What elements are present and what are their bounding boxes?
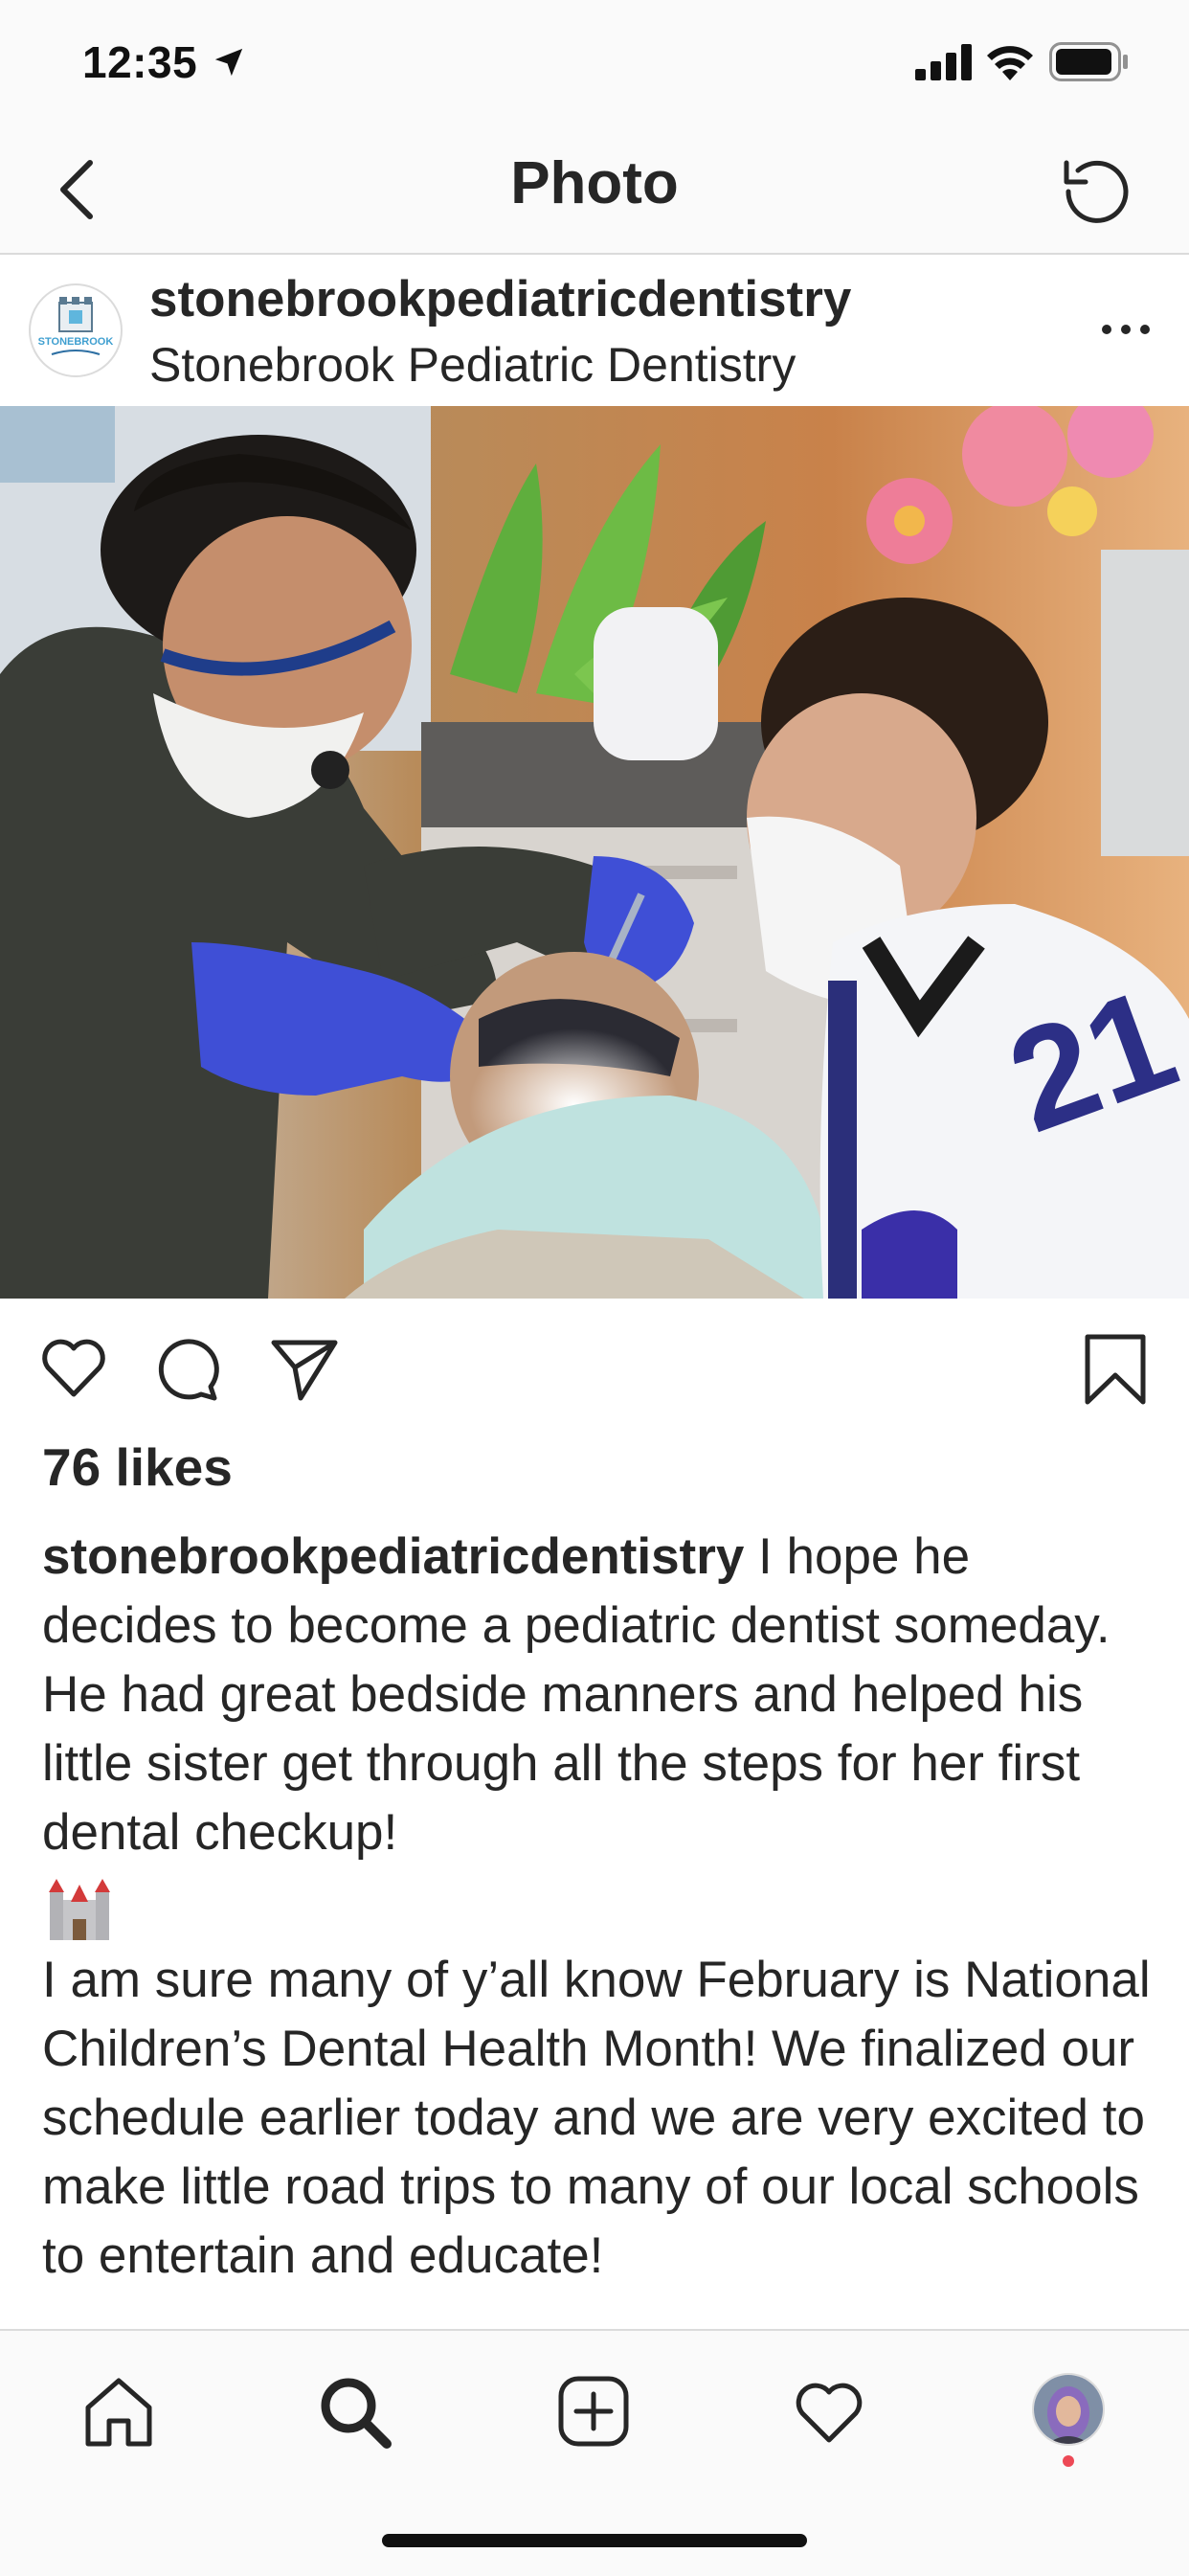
status-bar: 12:35: [0, 0, 1189, 126]
nav-header: Photo: [0, 126, 1189, 255]
castle-emoji: [42, 1867, 1153, 1946]
more-icon[interactable]: [1097, 318, 1155, 341]
like-icon[interactable]: [36, 1331, 111, 1406]
caption-text-2: I am sure many of y’all know February is…: [42, 1952, 1151, 2284]
new-post-icon[interactable]: [555, 2373, 632, 2450]
wifi-icon: [987, 46, 1033, 80]
home-indicator: [382, 2534, 807, 2547]
status-time: 12:35: [82, 37, 198, 87]
post-actions: [0, 1299, 1189, 1442]
caption-username[interactable]: stonebrookpediatricdentistry: [42, 1528, 744, 1585]
profile-avatar-image: [1034, 2375, 1103, 2444]
post-location[interactable]: Stonebrook Pediatric Dentistry: [149, 337, 796, 393]
refresh-icon[interactable]: [1057, 151, 1133, 228]
account-avatar[interactable]: STONEBROOK: [29, 283, 123, 377]
profile-avatar[interactable]: [1032, 2373, 1105, 2446]
activity-icon[interactable]: [791, 2373, 867, 2450]
stonebrook-logo: STONEBROOK: [38, 297, 114, 355]
castle-emoji-icon: [49, 1879, 110, 1940]
battery-icon: [1049, 42, 1128, 81]
dental-exam-photo: 21: [0, 406, 1189, 1299]
location-arrow-icon: [214, 48, 243, 77]
likes-count[interactable]: 76 likes: [42, 1436, 233, 1498]
signal-icon: [915, 44, 972, 80]
svg-text:STONEBROOK: STONEBROOK: [38, 336, 114, 348]
comment-icon[interactable]: [151, 1331, 226, 1406]
post-header: STONEBROOK stonebrookpediatricdentistry …: [0, 255, 1189, 406]
notification-dot: [1063, 2455, 1074, 2467]
post-caption: stonebrookpediatricdentistry I hope he d…: [42, 1523, 1153, 2291]
search-icon[interactable]: [316, 2373, 393, 2450]
post-username[interactable]: stonebrookpediatricdentistry: [149, 270, 851, 328]
page-title: Photo: [510, 150, 679, 216]
bookmark-icon[interactable]: [1078, 1331, 1153, 1406]
post-photo[interactable]: 21: [0, 406, 1189, 1299]
share-icon[interactable]: [266, 1331, 341, 1406]
home-icon[interactable]: [80, 2373, 157, 2450]
